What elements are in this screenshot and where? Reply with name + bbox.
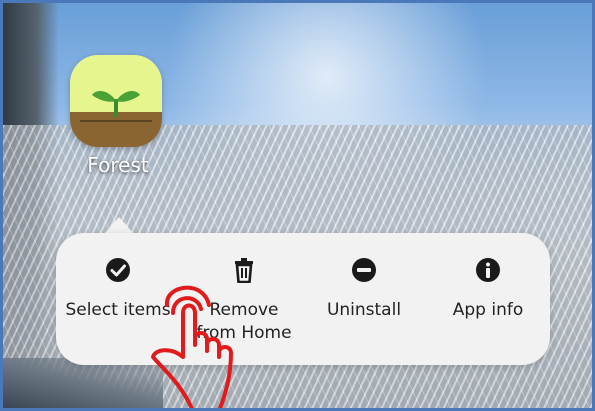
info-circle-icon <box>476 258 500 282</box>
app-context-menu: Select items Remove from Home Uninstall <box>56 233 550 365</box>
app-name-label: Forest <box>87 153 149 177</box>
app-info-label: App info <box>452 300 524 320</box>
check-circle-icon <box>106 258 130 282</box>
minus-circle-icon <box>352 258 376 282</box>
home-screen: Forest Select items Remove from Home Uni… <box>0 0 595 411</box>
forest-app-icon[interactable] <box>70 55 162 147</box>
menu-pointer <box>104 217 134 234</box>
uninstall-label: Uninstall <box>326 300 402 320</box>
tap-hand-icon <box>151 285 233 408</box>
app-info-option[interactable]: App info <box>428 233 548 365</box>
uninstall-option[interactable]: Uninstall <box>304 233 424 365</box>
sprout-icon <box>80 91 152 122</box>
